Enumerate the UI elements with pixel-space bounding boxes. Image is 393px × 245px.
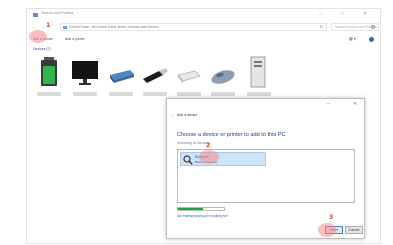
refresh-icon[interactable]: ↻ [320,24,323,29]
step-1-highlight [29,30,47,43]
control-panel-icon [63,26,67,29]
progress-fill [178,208,204,210]
step-3-highlight [318,223,336,237]
address-path: Control Panel › All Control Panel Items … [69,25,159,29]
device-item[interactable] [35,55,63,99]
minimize-button[interactable]: – [319,10,322,18]
address-bar[interactable]: Control Panel › All Control Panel Items … [60,23,327,31]
maximize-button[interactable]: □ [341,10,344,18]
device-label [211,92,235,96]
window-title: Devices and Printers [41,11,74,15]
usb-drive-icon [143,68,168,83]
device-item[interactable] [175,55,203,99]
mouse-icon [211,70,235,84]
device-label [37,92,61,96]
cancel-button[interactable]: Cancel [345,226,363,234]
search-progress-bar [177,207,225,211]
step-1-marker: 1 [46,22,51,29]
dialog-heading: Choose a device or printer to add to thi… [177,132,286,138]
devices-section-header[interactable]: Devices (7) [33,47,51,51]
monitor-icon [72,61,98,85]
device-label [177,92,201,96]
search-input[interactable]: Search Devices and Printers [331,23,379,31]
command-bar: Add a device Add a printer ▦ ▾ [27,36,380,45]
device-label [73,92,97,96]
device-item[interactable] [107,55,135,99]
help-icon[interactable] [369,37,374,42]
step-2-highlight [199,150,219,164]
usb-stick-icon [177,70,201,83]
not-finding-link[interactable]: Not finding what you're looking for? [177,214,228,218]
drive-icon [110,70,134,83]
device-item[interactable] [141,55,169,99]
step-2-marker: 2 [206,142,211,149]
add-printer-button[interactable]: Add a printer [65,37,85,41]
search-icon [371,25,375,29]
step-3-marker: 3 [329,214,334,221]
battery-icon [41,57,57,86]
device-item[interactable] [209,55,237,99]
dialog-minimize-button[interactable]: – [327,101,330,107]
view-options-button[interactable]: ▦ ▾ [349,36,356,41]
devices-list [27,55,380,101]
close-button[interactable]: ✕ [363,10,367,18]
list-item-device[interactable]: Bluetooth Bluetooth device [180,152,266,166]
computer-tower-icon [250,56,266,88]
device-search-icon [183,155,193,165]
folder-icon [33,13,38,17]
device-label [247,92,271,96]
device-item[interactable] [71,55,99,99]
dialog-close-button[interactable]: ✕ [353,101,357,107]
device-label [109,92,133,96]
device-item[interactable] [245,55,273,99]
add-device-dialog: – ✕ ← Add a device Choose a device or pr… [166,98,365,239]
dialog-title: Add a device [177,113,198,117]
device-label [143,92,167,96]
title-bar: Devices and Printers – □ ✕ [27,9,380,21]
dialog-back-icon[interactable]: ← [171,112,175,117]
address-row: ← → ↑ Control Panel › All Control Panel … [27,23,380,32]
